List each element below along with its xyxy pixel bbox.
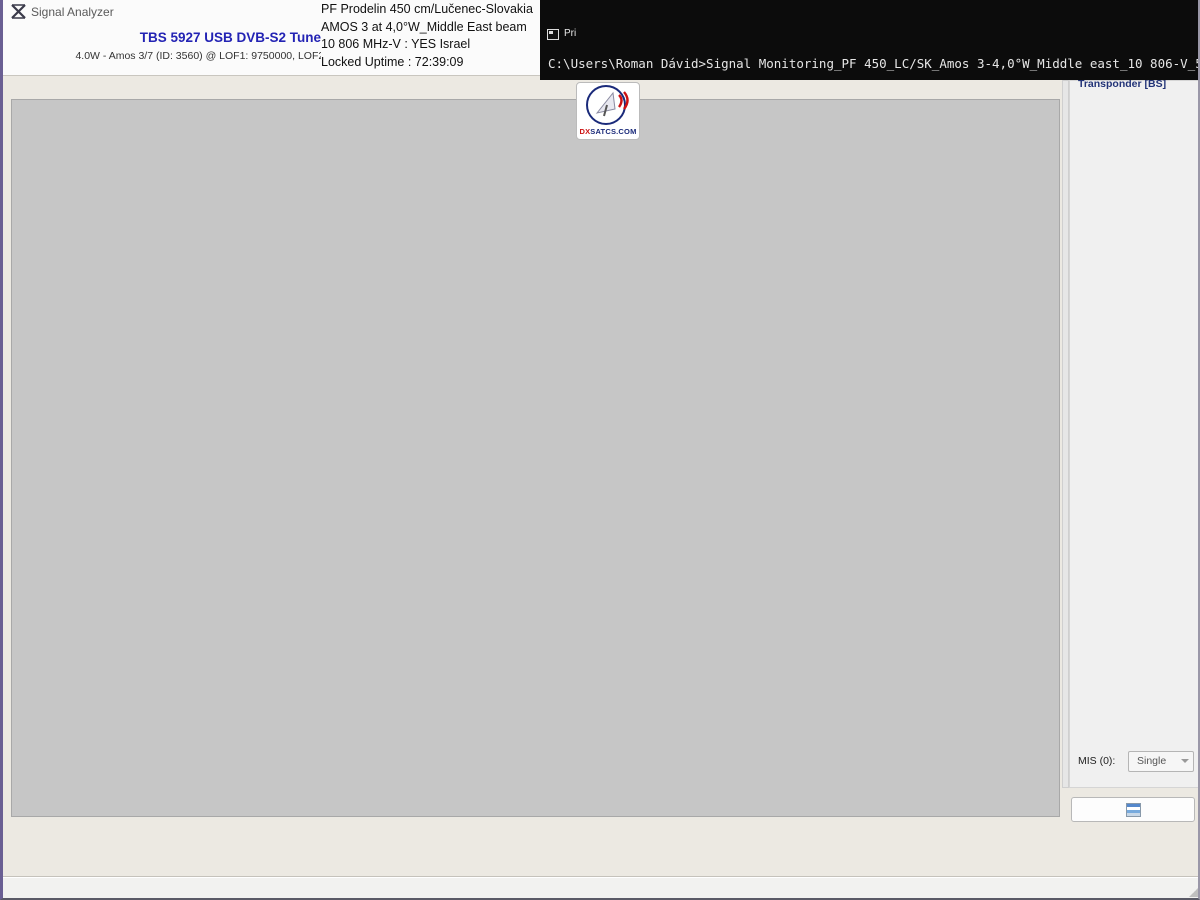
app-icon: [11, 4, 26, 19]
chart-legend: [12, 106, 1059, 126]
signal-analyzer-window: Signal Analyzer TBS 5927 USB DVB-S2 Tune…: [0, 0, 1200, 900]
logo-text: DXSATCS.COM: [577, 127, 639, 136]
chevron-down-icon: [1181, 759, 1189, 763]
window-title: Signal Analyzer: [31, 5, 114, 19]
dxsatcs-logo: DXSATCS.COM: [576, 82, 640, 140]
sidebar-splitter[interactable]: [1062, 80, 1069, 788]
transponder-list-button[interactable]: [1071, 797, 1195, 822]
antenna-line-2: AMOS 3 at 4,0°W_Middle East beam: [321, 19, 533, 37]
signal-chart: [12, 126, 1059, 816]
status-indicators: [3, 826, 1200, 876]
mis-label: MIS (0):: [1078, 755, 1115, 767]
mis-value: Single: [1137, 755, 1166, 767]
signal-chart-panel: [11, 99, 1060, 817]
statusbar: [3, 877, 1200, 899]
antenna-info: PF Prodelin 450 cm/Lučenec-Slovakia AMOS…: [321, 1, 539, 71]
resize-grip[interactable]: [1189, 885, 1200, 897]
transponder-sidebar: Transponder [BS] MIS (0): Single: [1069, 80, 1200, 788]
satellite-dish-icon: [577, 83, 639, 127]
cmd-command-line: C:\Users\Roman Dávid>Signal Monitoring_P…: [548, 56, 1200, 71]
list-icon: [1126, 803, 1141, 817]
mis-select[interactable]: Single: [1128, 751, 1194, 772]
antenna-line-4: Locked Uptime : 72:39:09: [321, 54, 533, 72]
world-clocks: [573, 2, 1200, 46]
antenna-line-3: 10 806 MHz-V : YES Israel: [321, 36, 533, 54]
cmd-icon: [547, 29, 559, 40]
antenna-line-1: PF Prodelin 450 cm/Lučenec-Slovakia: [321, 1, 533, 19]
